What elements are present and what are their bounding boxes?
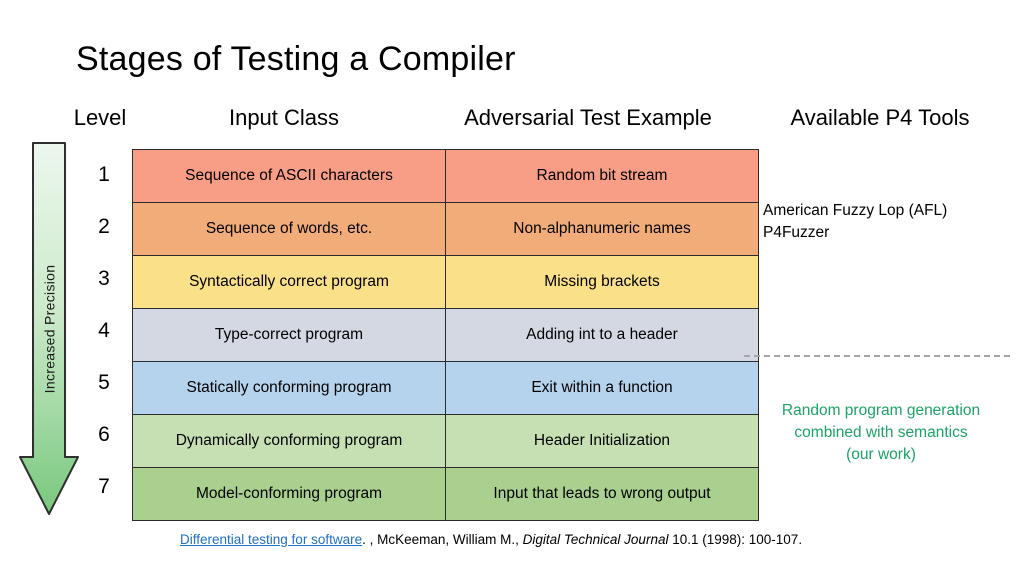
level-number: 3: [98, 267, 110, 290]
adversarial-cell: Exit within a function: [445, 361, 759, 415]
level-number: 5: [98, 371, 110, 394]
input-class-cell: Type-correct program: [132, 308, 446, 362]
adversarial-cell: Header Initialization: [445, 414, 759, 468]
adversarial-cell: Adding int to a header: [445, 308, 759, 362]
column-header-available-p4-tools: Available P4 Tools: [790, 105, 970, 130]
citation-authors: . , McKeeman, William M.,: [362, 532, 523, 547]
level-number: 4: [98, 319, 110, 342]
level-number: 1: [98, 163, 110, 186]
level-number: 7: [98, 475, 110, 498]
column-header-level: Level: [73, 105, 127, 130]
table-row: Model-conforming program Input that lead…: [132, 467, 759, 521]
our-work-annotation: Random program generation combined with …: [744, 400, 1018, 466]
increased-precision-arrow: [18, 142, 80, 516]
tool-name: P4Fuzzer: [763, 224, 830, 241]
dashed-divider: [744, 355, 1010, 357]
column-header-adversarial-test-example: Adversarial Test Example: [464, 105, 712, 130]
table-row: Syntactically correct program Missing br…: [132, 255, 759, 309]
citation: Differential testing for software. , McK…: [180, 532, 802, 547]
our-work-line: Random program generation: [781, 402, 981, 419]
adversarial-cell: Random bit stream: [445, 149, 759, 203]
table-row: Sequence of words, etc. Non-alphanumeric…: [132, 202, 759, 256]
table-row: Statically conforming program Exit withi…: [132, 361, 759, 415]
tool-name: American Fuzzy Lop (AFL): [763, 202, 948, 219]
level-number-column: 1 2 3 4 5 6 7: [82, 149, 126, 513]
stages-table: Sequence of ASCII characters Random bit …: [132, 149, 759, 521]
table-row: Dynamically conforming program Header In…: [132, 414, 759, 468]
input-class-cell: Statically conforming program: [132, 361, 446, 415]
adversarial-cell: Missing brackets: [445, 255, 759, 309]
input-class-cell: Dynamically conforming program: [132, 414, 446, 468]
slide-canvas: Stages of Testing a Compiler Level Input…: [0, 0, 1024, 576]
adversarial-cell: Non-alphanumeric names: [445, 202, 759, 256]
citation-details: 10.1 (1998): 100-107.: [668, 532, 803, 547]
table-row: Sequence of ASCII characters Random bit …: [132, 149, 759, 203]
input-class-cell: Sequence of words, etc.: [132, 202, 446, 256]
page-title: Stages of Testing a Compiler: [76, 40, 516, 78]
existing-tools-annotation: American Fuzzy Lop (AFL) P4Fuzzer: [763, 200, 1013, 244]
adversarial-cell: Input that leads to wrong output: [445, 467, 759, 521]
input-class-cell: Syntactically correct program: [132, 255, 446, 309]
column-header-input-class: Input Class: [228, 105, 340, 130]
level-number: 6: [98, 423, 110, 446]
level-number: 2: [98, 215, 110, 238]
table-body: Sequence of ASCII characters Random bit …: [132, 149, 759, 521]
input-class-cell: Sequence of ASCII characters: [132, 149, 446, 203]
our-work-line: combined with semantics: [794, 424, 968, 441]
input-class-cell: Model-conforming program: [132, 467, 446, 521]
our-work-line: (our work): [846, 446, 916, 463]
down-arrow-icon: [19, 142, 79, 515]
table-row: Type-correct program Adding int to a hea…: [132, 308, 759, 362]
citation-link[interactable]: Differential testing for software: [180, 532, 362, 547]
citation-journal: Digital Technical Journal: [522, 532, 669, 547]
